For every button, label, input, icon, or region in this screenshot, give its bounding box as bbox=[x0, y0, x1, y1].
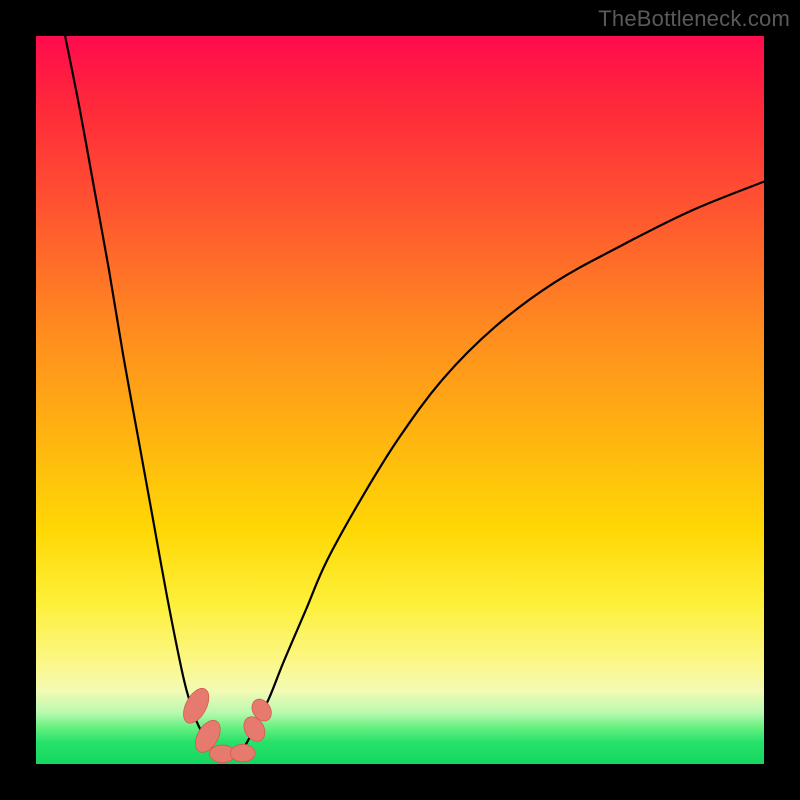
valley-markers bbox=[178, 684, 275, 762]
curve-right-branch bbox=[240, 182, 764, 753]
watermark-text: TheBottleneck.com bbox=[598, 6, 790, 32]
plot-frame bbox=[36, 36, 764, 764]
blob-floor-right bbox=[230, 744, 255, 761]
blob-left-upper bbox=[178, 684, 214, 727]
curve-left-branch bbox=[65, 36, 218, 753]
plot-svg bbox=[36, 36, 764, 764]
